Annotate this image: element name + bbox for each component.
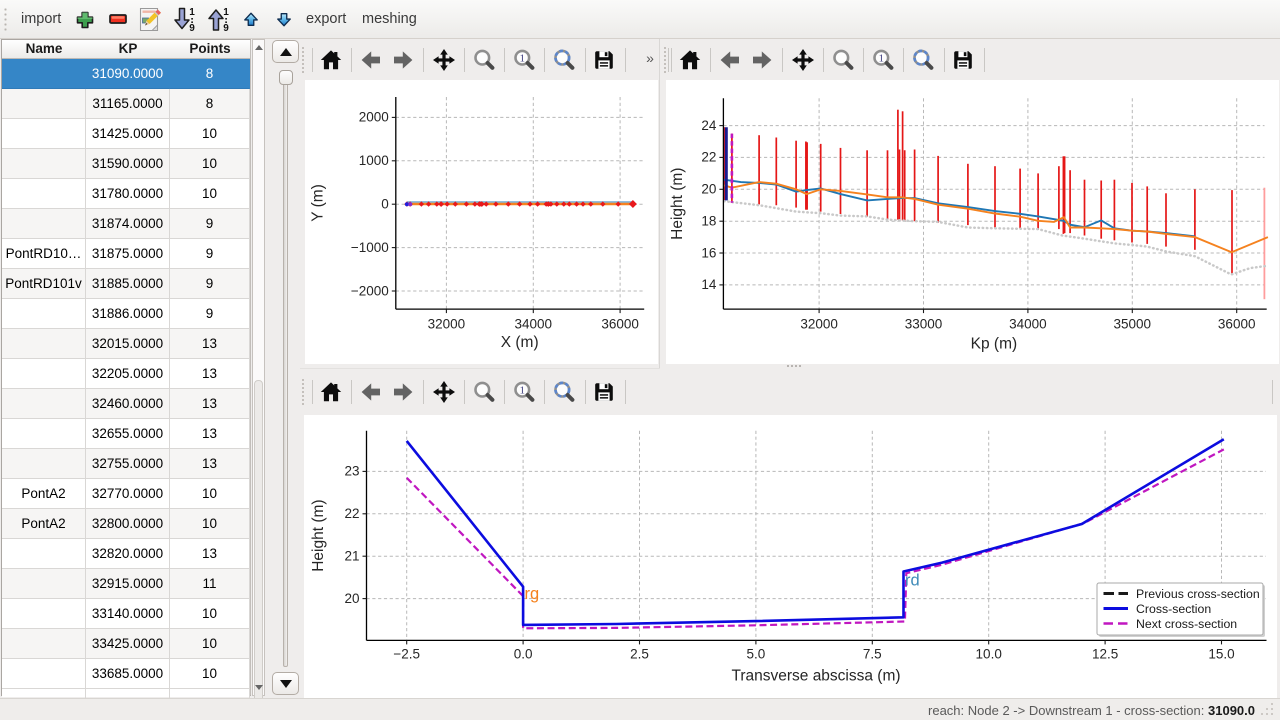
svg-text:32000: 32000	[800, 317, 838, 332]
svg-text:22: 22	[344, 506, 359, 521]
svg-text:Previous cross-section: Previous cross-section	[1136, 587, 1260, 601]
svg-text:35000: 35000	[1114, 317, 1152, 332]
svg-text:2.5: 2.5	[630, 647, 649, 662]
svg-text:1: 1	[189, 7, 195, 18]
svg-text:14: 14	[701, 277, 717, 292]
svg-text:34000: 34000	[1009, 317, 1047, 332]
svg-text:rd: rd	[905, 572, 920, 590]
svg-text:rg: rg	[525, 585, 540, 603]
svg-text:Kp (m): Kp (m)	[971, 336, 1018, 353]
svg-text:7.5: 7.5	[863, 647, 882, 662]
svg-text:34000: 34000	[515, 317, 553, 332]
svg-text:−2000: −2000	[351, 283, 389, 298]
svg-text:20: 20	[701, 182, 716, 197]
svg-text:10.0: 10.0	[976, 647, 1002, 662]
svg-text:12.5: 12.5	[1092, 647, 1118, 662]
svg-text:5.0: 5.0	[747, 647, 766, 662]
svg-text:36000: 36000	[601, 317, 639, 332]
svg-text:24: 24	[701, 118, 717, 133]
svg-text:0: 0	[381, 197, 389, 212]
svg-text:Cross-section: Cross-section	[1136, 602, 1211, 616]
svg-text:18: 18	[701, 214, 716, 229]
svg-text:2000: 2000	[359, 110, 389, 125]
svg-text:36000: 36000	[1218, 317, 1256, 332]
svg-text:1: 1	[223, 7, 229, 18]
svg-text:23: 23	[344, 464, 359, 479]
svg-text:32000: 32000	[428, 317, 466, 332]
svg-text:−1000: −1000	[351, 240, 389, 255]
svg-text:15.0: 15.0	[1208, 647, 1234, 662]
svg-text:0.0: 0.0	[514, 647, 533, 662]
svg-text:Transverse abscissa (m): Transverse abscissa (m)	[731, 667, 900, 684]
svg-text:9: 9	[223, 23, 229, 32]
svg-text:1000: 1000	[359, 153, 389, 168]
svg-text:Height (m): Height (m)	[669, 168, 686, 240]
svg-text:33000: 33000	[905, 317, 943, 332]
svg-text:X (m): X (m)	[501, 334, 539, 351]
svg-text:−2.5: −2.5	[393, 647, 420, 662]
svg-text:Y (m): Y (m)	[310, 184, 327, 222]
svg-text:16: 16	[701, 245, 716, 260]
svg-text:Height (m): Height (m)	[310, 499, 327, 571]
svg-text:9: 9	[189, 23, 195, 32]
svg-text:22: 22	[701, 150, 716, 165]
svg-text:20: 20	[344, 591, 359, 606]
svg-text:21: 21	[344, 549, 359, 564]
svg-text:Next cross-section: Next cross-section	[1136, 617, 1237, 631]
